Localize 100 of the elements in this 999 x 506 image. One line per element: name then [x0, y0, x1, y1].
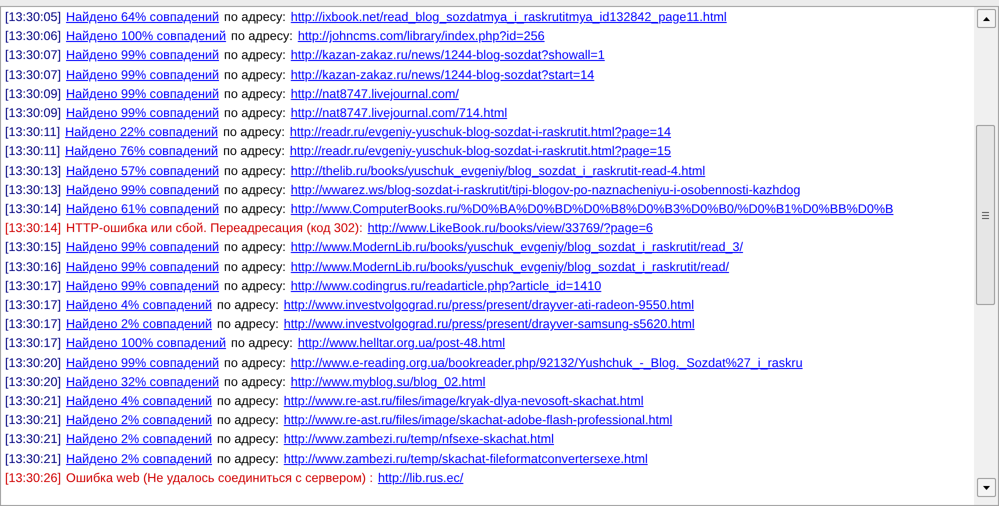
url-link[interactable]: http://johncms.com/library/index.php?id=256: [298, 27, 545, 46]
address-label: по адресу:: [224, 105, 286, 122]
timestamp: [13:30:07]: [5, 66, 62, 84]
address-label: по адресу:: [217, 450, 279, 468]
url-link[interactable]: http://www.ComputerBooks.ru/%D0%BA%D0%BD%D0%B8%D0%B3%D0%B0/%D0%B1%D0%BB%D0%B: [290, 200, 894, 220]
url-link[interactable]: http://kazan-zakaz.ru/news/1244-blog-sozdat?start=14: [290, 66, 594, 85]
timestamp: [13:30:20]: [5, 354, 62, 372]
match-link[interactable]: Найдено 99% совпадений: [66, 276, 220, 296]
address-label: по адресу:: [217, 393, 279, 410]
url-link[interactable]: http://www.zambezi.ru/temp/nfsexe-skachat.html: [284, 430, 554, 450]
timestamp: [13:30:14]: [5, 201, 62, 218]
match-link[interactable]: Найдено 22% совпадений: [65, 123, 218, 142]
timestamp: [13:30:09]: [5, 86, 62, 103]
match-link[interactable]: Найдено 2% совпадений: [66, 430, 212, 450]
error-message: Ошибка web (Не удалось соединиться с сервером) :: [66, 470, 373, 487]
address-label: по адресу:: [224, 47, 286, 64]
scroll-down-button[interactable]: [976, 478, 996, 497]
address-label: по адресу:: [231, 28, 293, 46]
match-link[interactable]: Найдено 99% совпадений: [66, 180, 220, 200]
scroll-thumb[interactable]: [976, 125, 995, 305]
timestamp: [13:30:07]: [5, 47, 62, 64]
url-link[interactable]: http://www.investvolgograd.ru/press/present/drayver-ati-radeon-9550.html: [284, 296, 694, 316]
address-label: по адресу:: [223, 124, 285, 142]
address-label: по адресу:: [217, 412, 279, 430]
url-link[interactable]: http://www.zambezi.ru/temp/skachat-fileformatconvertersexe.html: [284, 450, 648, 469]
url-link[interactable]: http://thelib.ru/books/yuschuk_evgeniy/blog_sozdat_i_raskrutit-read-4.html: [290, 162, 706, 181]
url-link[interactable]: http://readr.ru/evgeniy-yuschuk-blog-sozdat-i-raskrutit.html?page=15: [290, 142, 672, 162]
url-link[interactable]: http://wwarez.ws/blog-sozdat-i-raskrutit/tipi-blogov-po-naznacheniyu-i-osobennosti-kazhdog: [290, 180, 800, 200]
address-label: по адресу:: [224, 9, 286, 26]
timestamp: [13:30:14]: [5, 220, 62, 238]
match-link[interactable]: Найдено 99% совпадений: [66, 238, 220, 258]
match-link[interactable]: Найдено 32% совпадений: [66, 372, 220, 392]
up-arrow-icon: [982, 16, 990, 20]
url-link[interactable]: http://www.re-ast.ru/files/image/skachat-adobe-flash-professional.html: [284, 411, 672, 430]
match-link[interactable]: Найдено 61% совпадений: [66, 200, 220, 220]
timestamp: [13:30:17]: [5, 278, 62, 295]
address-label: по адресу:: [224, 354, 286, 372]
scroll-up-button[interactable]: [976, 9, 996, 28]
url-link[interactable]: http://lib.rus.ec/: [378, 468, 464, 488]
grip-icon: [982, 212, 989, 218]
match-link[interactable]: Найдено 2% совпадений: [66, 411, 212, 430]
url-link[interactable]: http://nat8747.livejournal.com/: [290, 84, 459, 104]
address-label: по адресу:: [224, 374, 286, 391]
match-link[interactable]: Найдено 100% совпадений: [66, 334, 226, 354]
address-label: по адресу:: [224, 86, 286, 103]
address-label: по адресу:: [224, 239, 286, 256]
vertical-scrollbar[interactable]: [974, 7, 998, 505]
timestamp: [13:30:13]: [5, 162, 62, 180]
url-link[interactable]: http://readr.ru/evgeniy-yuschuk-blog-sozdat-i-raskrutit.html?page=14: [290, 123, 672, 142]
match-link[interactable]: Найдено 100% совпадений: [66, 27, 226, 46]
url-link[interactable]: http://kazan-zakaz.ru/news/1244-blog-sozdat?showall=1: [290, 46, 605, 66]
match-link[interactable]: Найдено 99% совпадений: [66, 84, 220, 104]
match-link[interactable]: Найдено 99% совпадений: [66, 46, 220, 66]
address-label: по адресу:: [231, 335, 293, 352]
timestamp: [13:30:06]: [5, 28, 62, 46]
timestamp: [13:30:21]: [5, 431, 62, 448]
match-link[interactable]: Найдено 4% совпадений: [66, 392, 212, 412]
match-link[interactable]: Найдено 99% совпадений: [66, 104, 220, 124]
error-message: HTTP-ошибка или сбой. Переадресация (код 302):: [66, 220, 363, 238]
address-label: по адресу:: [217, 316, 279, 334]
url-link[interactable]: http://www.helltar.org.ua/post-48.html: [298, 334, 506, 354]
timestamp: [13:30:11]: [5, 143, 60, 160]
match-link[interactable]: Найдено 99% совпадений: [66, 66, 220, 85]
match-link[interactable]: Найдено 2% совпадений: [66, 450, 212, 469]
timestamp: [13:30:21]: [5, 412, 62, 430]
address-label: по адресу:: [224, 162, 286, 180]
timestamp: [13:30:17]: [5, 335, 62, 352]
match-link[interactable]: Найдено 99% совпадений: [66, 258, 220, 277]
match-link[interactable]: Найдено 76% совпадений: [65, 142, 218, 162]
timestamp: [13:30:09]: [5, 105, 62, 122]
timestamp: [13:30:11]: [5, 124, 60, 142]
address-label: по адресу:: [224, 66, 286, 84]
url-link[interactable]: http://www.re-ast.ru/files/image/kryak-dlya-nevosoft-skachat.html: [284, 392, 644, 412]
match-link[interactable]: Найдено 99% совпадений: [66, 354, 220, 373]
url-link[interactable]: http://www.ModernLib.ru/books/yuschuk_evgeniy/blog_sozdat_i_raskrutit/read_3/: [290, 238, 744, 258]
url-link[interactable]: http://www.LikeBook.ru/books/view/33769/?page=6: [368, 219, 653, 238]
timestamp: [13:30:05]: [5, 9, 62, 26]
timestamp: [13:30:13]: [5, 182, 62, 199]
match-link[interactable]: Найдено 2% совпадений: [66, 315, 212, 334]
match-link[interactable]: Найдено 4% совпадений: [66, 296, 212, 316]
address-label: по адресу:: [224, 278, 286, 295]
url-link[interactable]: http://www.e-reading.org.ua/bookreader.php/92132/Yushchuk_-_Blog._Sozdat%27_i_raskru: [290, 354, 803, 373]
timestamp: [13:30:17]: [5, 297, 62, 314]
url-link[interactable]: http://www.ModernLib.ru/books/yuschuk_evgeniy/blog_sozdat_i_raskrutit/read/: [290, 258, 730, 277]
address-label: по адресу:: [217, 431, 279, 448]
url-link[interactable]: http://nat8747.livejournal.com/714.html: [290, 104, 508, 124]
url-link[interactable]: http://www.investvolgograd.ru/press/present/drayver-samsung-s5620.html: [284, 315, 695, 334]
timestamp: [13:30:21]: [5, 393, 62, 410]
address-label: по адресу:: [223, 143, 285, 160]
address-label: по адресу:: [217, 297, 279, 314]
timestamp: [13:30:20]: [5, 374, 62, 391]
url-link[interactable]: http://www.codingrus.ru/readarticle.php?article_id=1410: [290, 276, 602, 296]
address-label: по адресу:: [224, 201, 286, 218]
url-link[interactable]: http://ixbook.net/read_blog_sozdatmya_i_raskrutitmya_id132842_page11.html: [290, 8, 727, 28]
address-label: по адресу:: [224, 258, 286, 276]
url-link[interactable]: http://www.myblog.su/blog_02.html: [290, 372, 486, 392]
down-arrow-icon: [982, 486, 990, 490]
match-link[interactable]: Найдено 57% совпадений: [66, 162, 220, 181]
address-label: по адресу:: [224, 182, 286, 199]
match-link[interactable]: Найдено 64% совпадений: [66, 8, 220, 28]
